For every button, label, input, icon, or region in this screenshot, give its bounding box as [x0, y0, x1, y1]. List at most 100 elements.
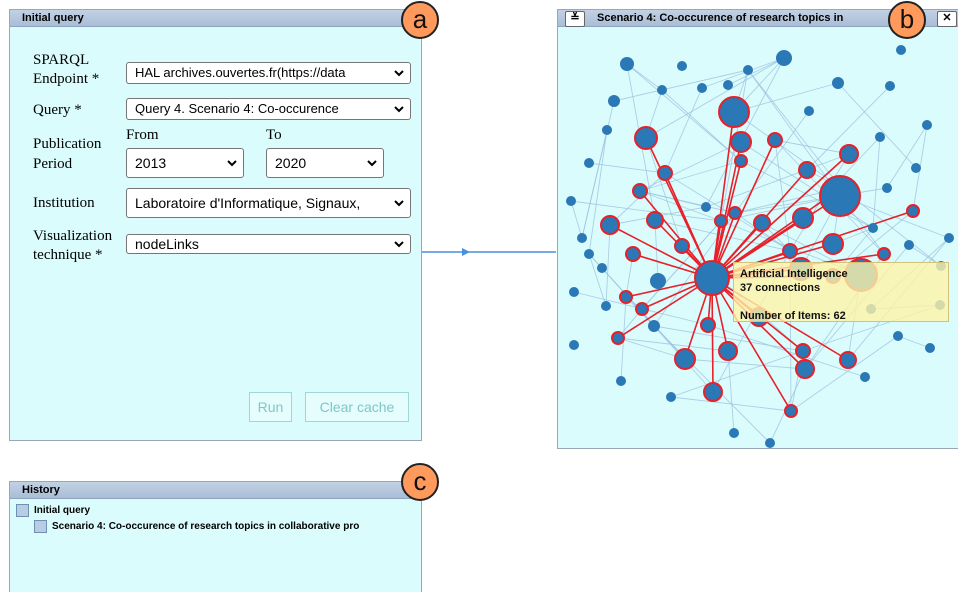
panel-a-badge: a: [401, 1, 439, 39]
graph-node[interactable]: [657, 165, 673, 181]
history-item[interactable]: Initial query: [16, 504, 90, 517]
chevron-down-icon: [366, 153, 378, 173]
graph-node[interactable]: [584, 249, 594, 259]
graph-node[interactable]: [600, 215, 620, 235]
graph-node[interactable]: [611, 331, 625, 345]
graph-node[interactable]: [666, 392, 676, 402]
query-select[interactable]: Query 4. Scenario 4: Co-occurence: [126, 98, 411, 120]
from-year-value: 2013: [135, 155, 167, 171]
graph-node[interactable]: [608, 95, 620, 107]
graph-node[interactable]: [734, 154, 748, 168]
graph-node[interactable]: [753, 214, 771, 232]
graph-node[interactable]: [616, 376, 626, 386]
run-button[interactable]: Run: [249, 392, 292, 422]
viz-technique-select[interactable]: nodeLinks: [126, 234, 411, 254]
graph-node[interactable]: [650, 273, 666, 289]
graph-node[interactable]: [795, 343, 811, 359]
graph-node[interactable]: [597, 263, 607, 273]
graph-node[interactable]: [674, 348, 696, 370]
graph-node[interactable]: [860, 372, 870, 382]
graph-node[interactable]: [776, 50, 792, 66]
graph-node[interactable]: [674, 238, 690, 254]
endpoint-select[interactable]: HAL archives.ouvertes.fr(https://data: [126, 62, 411, 84]
graph-node[interactable]: [868, 223, 878, 233]
graph-node[interactable]: [743, 65, 753, 75]
graph-node[interactable]: [765, 438, 775, 448]
graph-node[interactable]: [896, 45, 906, 55]
graph-node[interactable]: [703, 382, 723, 402]
institution-select-value: Laboratoire d'Informatique, Signaux,: [135, 195, 361, 211]
from-year-select[interactable]: 2013: [126, 148, 244, 178]
graph-node[interactable]: [729, 428, 739, 438]
graph-node[interactable]: [911, 163, 921, 173]
graph-node[interactable]: [906, 204, 920, 218]
graph-node[interactable]: [904, 240, 914, 250]
graph-node[interactable]: [718, 341, 738, 361]
graph-node[interactable]: [602, 125, 612, 135]
graph-node[interactable]: [839, 144, 859, 164]
graph-node[interactable]: [577, 233, 587, 243]
graph-node[interactable]: [657, 85, 667, 95]
graph-node[interactable]: [893, 331, 903, 341]
graph-node[interactable]: [620, 57, 634, 71]
graph-node[interactable]: [601, 301, 611, 311]
institution-label: Institution: [33, 195, 95, 211]
chevron-down-icon: [226, 153, 238, 173]
graph-node[interactable]: [882, 183, 892, 193]
graph-node[interactable]: [648, 320, 660, 332]
graph-node[interactable]: [885, 81, 895, 91]
graph-node[interactable]: [625, 246, 641, 262]
graph-node[interactable]: [767, 132, 783, 148]
network-graph[interactable]: [558, 28, 958, 449]
graph-node[interactable]: [569, 287, 579, 297]
graph-node[interactable]: [619, 290, 633, 304]
clear-cache-button[interactable]: Clear cache: [305, 392, 409, 422]
graph-node[interactable]: [584, 158, 594, 168]
close-button[interactable]: ✕: [937, 11, 957, 27]
to-year-select[interactable]: 2020: [266, 148, 384, 178]
graph-node[interactable]: [925, 343, 935, 353]
graph-node[interactable]: [714, 214, 728, 228]
graph-node[interactable]: [922, 120, 932, 130]
graph-node[interactable]: [677, 61, 687, 71]
graph-node[interactable]: [566, 196, 576, 206]
history-header: History: [10, 482, 421, 499]
graph-node[interactable]: [822, 233, 844, 255]
graph-node[interactable]: [730, 131, 752, 153]
history-item[interactable]: Scenario 4: Co-occurence of research top…: [34, 520, 359, 533]
institution-select[interactable]: Laboratoire d'Informatique, Signaux,: [126, 188, 411, 218]
graph-node[interactable]: [832, 77, 844, 89]
close-icon: ✕: [942, 12, 952, 24]
graph-node[interactable]: [701, 202, 711, 212]
graph-node[interactable]: [804, 106, 814, 116]
graph-node[interactable]: [635, 302, 649, 316]
graph-node[interactable]: [784, 404, 798, 418]
graph-edge: [588, 129, 608, 255]
graph-node[interactable]: [569, 340, 579, 350]
graph-node[interactable]: [792, 207, 814, 229]
graph-edge: [733, 82, 839, 113]
connector-arrow: [422, 248, 556, 256]
tooltip-connections: 37 connections: [740, 282, 821, 294]
graph-node[interactable]: [694, 260, 730, 296]
graph-node[interactable]: [728, 206, 742, 220]
collapse-button[interactable]: ≚: [565, 11, 585, 27]
graph-node[interactable]: [632, 183, 648, 199]
graph-node[interactable]: [875, 132, 885, 142]
graph-node[interactable]: [798, 161, 816, 179]
graph-node[interactable]: [700, 317, 716, 333]
graph-node[interactable]: [723, 80, 733, 90]
graph-node[interactable]: [646, 211, 664, 229]
query-label: Query *: [33, 102, 82, 118]
endpoint-label-line1: SPARQL: [33, 52, 90, 68]
graph-node[interactable]: [782, 243, 798, 259]
graph-node[interactable]: [795, 359, 815, 379]
graph-node[interactable]: [819, 175, 861, 217]
graph-node[interactable]: [839, 351, 857, 369]
history-node-icon: [16, 504, 29, 517]
graph-node[interactable]: [718, 96, 750, 128]
graph-node[interactable]: [634, 126, 658, 150]
graph-node[interactable]: [697, 83, 707, 93]
graph-node[interactable]: [877, 247, 891, 261]
graph-node[interactable]: [944, 233, 954, 243]
